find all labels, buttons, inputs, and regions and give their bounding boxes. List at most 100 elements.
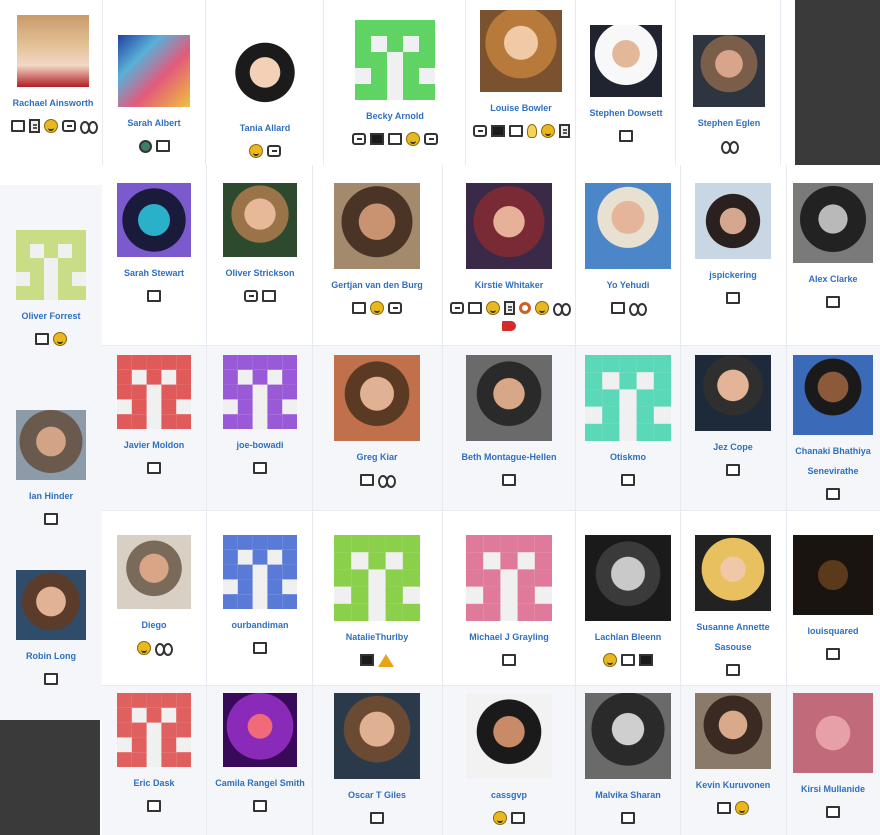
contributor-card[interactable]: Sarah Stewart (102, 183, 206, 305)
contributor-card[interactable]: ourbandiman (208, 535, 312, 657)
chat-icon[interactable] (449, 302, 464, 314)
avatar[interactable] (118, 35, 190, 107)
chat-icon[interactable] (267, 145, 281, 157)
contributor-name-link[interactable]: cassgvp (444, 785, 574, 805)
contributor-name-link[interactable]: Sarah Stewart (102, 263, 206, 283)
avatar[interactable] (334, 183, 420, 269)
laptop-icon[interactable] (826, 648, 840, 660)
avatar[interactable] (585, 535, 671, 621)
doc-icon[interactable] (503, 301, 515, 315)
chat-icon[interactable] (388, 302, 402, 314)
avatar[interactable] (466, 355, 552, 441)
avatar[interactable] (355, 20, 435, 100)
contributor-name-link[interactable]: Gertjan van den Burg (314, 275, 440, 295)
contributor-name-link[interactable]: Malvika Sharan (577, 785, 679, 805)
laptop-icon[interactable] (147, 462, 161, 474)
contributor-card[interactable]: Beth Montague-Hellen (444, 355, 574, 489)
laptop-icon[interactable] (621, 654, 635, 666)
globe-icon[interactable] (138, 139, 152, 153)
contributor-name-link[interactable]: jspickering (682, 265, 784, 285)
contributor-card[interactable]: Stephen Eglen (680, 35, 778, 155)
doc-icon[interactable] (28, 119, 40, 133)
avatar[interactable] (16, 410, 86, 480)
smile-icon[interactable] (534, 301, 549, 315)
smile-icon[interactable] (735, 801, 749, 815)
chat-icon[interactable] (244, 290, 258, 302)
contributor-card[interactable]: Jez Cope (682, 355, 784, 479)
doc-icon[interactable] (558, 124, 570, 138)
contributor-card[interactable]: NatalieThurlby (314, 535, 440, 669)
contributor-card[interactable]: Stephen Dowsett (580, 25, 672, 145)
contributor-card[interactable]: Yo Yehudi (577, 183, 679, 317)
contributor-name-link[interactable]: Michael J Grayling (444, 627, 574, 647)
contributor-name-link[interactable]: Rachael Ainsworth (8, 93, 98, 113)
smile-icon[interactable] (603, 653, 617, 667)
smile-icon[interactable] (53, 332, 67, 346)
laptop-icon[interactable] (511, 812, 525, 824)
laptop-icon[interactable] (253, 642, 267, 654)
laptop-icon[interactable] (502, 654, 516, 666)
avatar[interactable] (16, 230, 86, 300)
contributor-name-link[interactable]: Greg Kiar (314, 447, 440, 467)
laptop-icon[interactable] (44, 673, 58, 685)
contributor-name-link[interactable]: Javier Moldon (102, 435, 206, 455)
laptop-icon[interactable] (621, 474, 635, 486)
contributor-name-link[interactable]: Yo Yehudi (577, 275, 679, 295)
contributor-name-link[interactable]: Chanaki Bhathiya Senevirathe (788, 441, 878, 481)
avatar[interactable] (223, 535, 297, 609)
eyes-icon[interactable] (721, 140, 739, 154)
contributor-card[interactable]: Chanaki Bhathiya Senevirathe (788, 355, 878, 503)
contributor-name-link[interactable]: Kirsi Mullanide (788, 779, 878, 799)
laptop-icon[interactable] (147, 290, 161, 302)
laptop-icon[interactable] (826, 296, 840, 308)
bulb-icon[interactable] (526, 124, 537, 138)
avatar[interactable] (334, 693, 420, 779)
smile-icon[interactable] (370, 301, 384, 315)
contributor-name-link[interactable]: Eric Dask (102, 773, 206, 793)
avatar[interactable] (695, 355, 771, 431)
laptop-icon[interactable] (370, 812, 384, 824)
laptop-icon[interactable] (44, 513, 58, 525)
avatar[interactable] (466, 535, 552, 621)
avatar[interactable] (334, 535, 420, 621)
avatar[interactable] (117, 183, 191, 257)
laptop-icon[interactable] (726, 664, 740, 676)
contributor-card[interactable]: Kirsi Mullanide (788, 693, 878, 821)
contributor-card[interactable]: Alex Clarke (788, 183, 878, 311)
avatar[interactable] (117, 693, 191, 767)
contributor-name-link[interactable]: Diego (102, 615, 206, 635)
avatar[interactable] (693, 35, 765, 107)
avatar[interactable] (585, 355, 671, 441)
laptop-icon[interactable] (262, 290, 276, 302)
chat-icon[interactable] (352, 133, 366, 145)
contributor-name-link[interactable]: Camila Rangel Smith (208, 773, 312, 793)
contributor-card[interactable]: Becky Arnold (328, 20, 462, 148)
contributor-card[interactable]: Lachlan Bleenn (577, 535, 679, 669)
laptop-icon[interactable] (35, 333, 49, 345)
laptop-icon[interactable] (388, 133, 402, 145)
contributor-card[interactable]: Greg Kiar (314, 355, 440, 489)
contributor-card[interactable]: louisquared (788, 535, 878, 663)
avatar[interactable] (223, 183, 297, 257)
laptop-icon[interactable] (155, 140, 170, 152)
chat-icon[interactable] (472, 125, 487, 137)
eyes-icon[interactable] (552, 302, 571, 316)
contributor-name-link[interactable]: Alex Clarke (788, 269, 878, 289)
contributor-name-link[interactable]: louisquared (788, 621, 878, 641)
contributor-card[interactable]: Rachael Ainsworth (8, 15, 98, 135)
smile-icon[interactable] (249, 144, 263, 158)
laptop-icon[interactable] (253, 462, 267, 474)
avatar[interactable] (590, 25, 662, 97)
contributor-card[interactable]: Tania Allard (210, 40, 320, 160)
smile-icon[interactable] (406, 132, 420, 146)
laptop-icon[interactable] (826, 806, 840, 818)
laptop-icon[interactable] (10, 120, 25, 132)
laptop-icon[interactable] (467, 302, 482, 314)
avatar[interactable] (223, 355, 297, 429)
contributor-card[interactable]: Malvika Sharan (577, 693, 679, 827)
desktop-icon[interactable] (639, 654, 653, 666)
smile-icon[interactable] (137, 641, 151, 655)
contributor-card[interactable]: Oliver Strickson (208, 183, 312, 305)
laptop-icon[interactable] (352, 302, 366, 314)
contributor-name-link[interactable]: Lachlan Bleenn (577, 627, 679, 647)
